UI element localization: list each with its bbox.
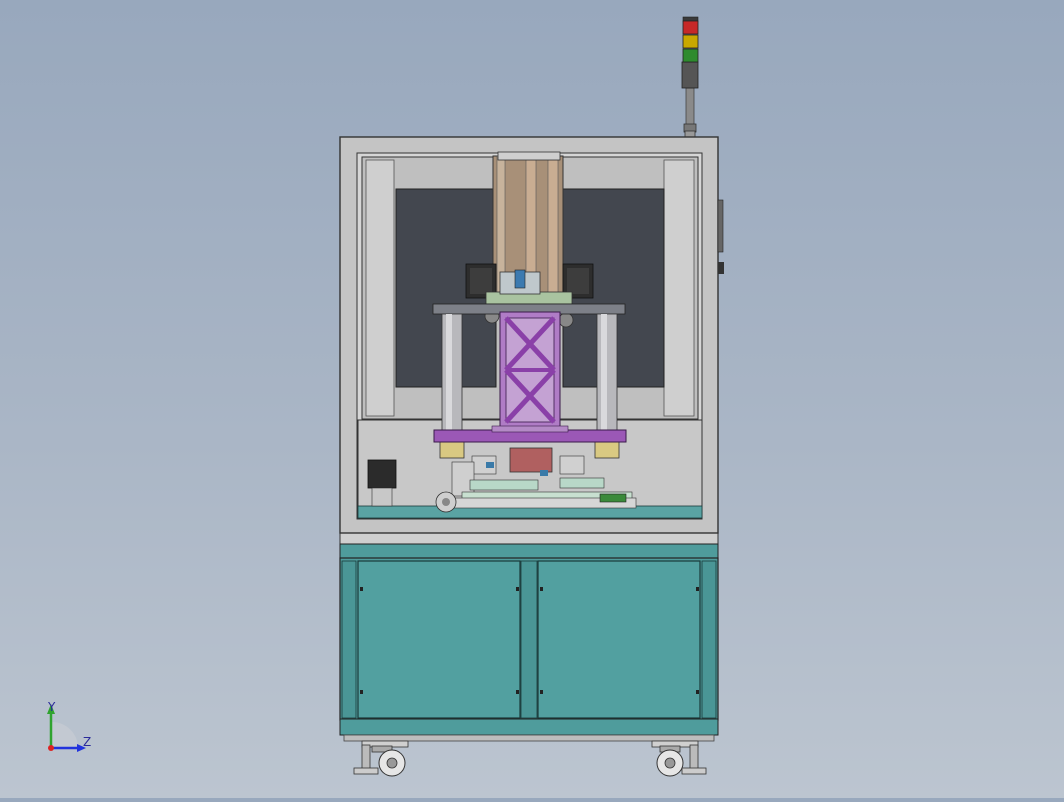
caster-right <box>651 740 707 777</box>
cabinet-door-right <box>537 560 701 719</box>
coordinate-triad: Y Z <box>47 700 91 752</box>
cad-viewport[interactable]: Y Z <box>0 0 1064 798</box>
light-red-lamp <box>682 20 699 35</box>
light-green-lamp <box>682 48 699 63</box>
cabinet-door-left <box>357 560 521 719</box>
lower-cabinet <box>339 531 719 742</box>
cad-drawing: Y Z <box>47 16 724 777</box>
light-yellow-lamp <box>682 34 699 49</box>
signal-tower <box>681 16 699 138</box>
caster-left <box>353 740 409 777</box>
triad-y-label: Y <box>47 700 56 714</box>
triad-z-label: Z <box>83 735 91 749</box>
purple-lattice-gantry <box>499 311 561 429</box>
